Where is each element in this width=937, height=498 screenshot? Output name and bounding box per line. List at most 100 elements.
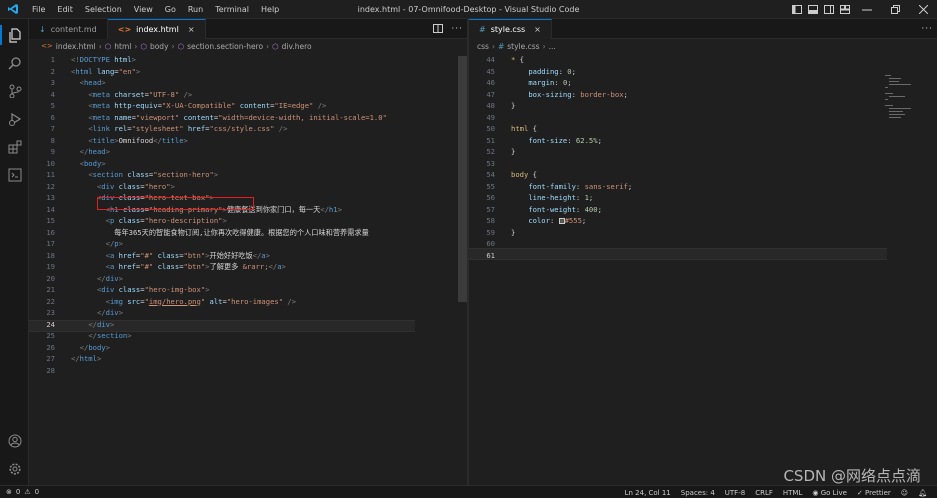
explorer-icon[interactable]	[0, 21, 29, 49]
indentation[interactable]: Spaces: 4	[681, 489, 715, 497]
code-text: body {	[511, 170, 537, 179]
code-line[interactable]: 4 <meta charset="UTF-8" />	[29, 89, 387, 101]
breadcrumb-item[interactable]: index.html	[56, 42, 96, 51]
code-line[interactable]: 9 </head>	[29, 146, 387, 158]
code-line[interactable]: 55 font-family: sans-serif;	[469, 181, 632, 193]
code-line[interactable]: 20 </div>	[29, 273, 387, 285]
code-line[interactable]: 48}	[469, 100, 632, 112]
toggle-primary-sidebar-icon[interactable]	[789, 0, 805, 19]
code-line[interactable]: 17 </p>	[29, 238, 387, 250]
manage-gear-icon[interactable]	[0, 455, 29, 483]
code-line[interactable]: 8 <title>Omnifood</title>	[29, 135, 387, 147]
html-code-area[interactable]: 1 <!DOCTYPE html> 2 <html lang="en"> 3 <head…	[29, 54, 387, 376]
code-line[interactable]: 24 </div>	[29, 319, 387, 331]
extensions-icon[interactable]	[0, 133, 29, 161]
feedback-icon[interactable]: ☺	[901, 489, 908, 497]
html-editor-tabs: ↓ content.md <> index.html × ···	[29, 19, 467, 39]
code-line[interactable]: 58 color: #555;	[469, 215, 632, 227]
encoding[interactable]: UTF-8	[725, 489, 745, 497]
problems-indicator[interactable]: ⊗ 0 ⚠ 0	[0, 488, 39, 496]
menu-terminal[interactable]: Terminal	[209, 0, 255, 19]
search-icon[interactable]	[0, 49, 29, 77]
code-line[interactable]: 18 <a href="#" class="btn">开始好好吃饭</a>	[29, 250, 387, 262]
code-line[interactable]: 44 * {	[469, 54, 632, 66]
more-actions-icon[interactable]: ···	[921, 24, 933, 34]
minimap[interactable]	[885, 75, 925, 121]
code-line[interactable]: 28	[29, 365, 387, 377]
customize-layout-icon[interactable]	[837, 0, 853, 19]
code-line[interactable]: 21 <div class="hero-img-box">	[29, 284, 387, 296]
code-line[interactable]: 5 <meta http-equiv="X-UA-Compatible" con…	[29, 100, 387, 112]
close-icon[interactable]: ×	[534, 25, 541, 34]
tab-index-html[interactable]: <> index.html ×	[107, 19, 206, 39]
code-line[interactable]: 7 <link rel="stylesheet" href="css/style…	[29, 123, 387, 135]
restore-button[interactable]	[881, 0, 909, 19]
code-line[interactable]: 25 </section>	[29, 330, 387, 342]
terminal-icon[interactable]	[0, 161, 29, 189]
code-line[interactable]: 51 font-size: 62.5%;	[469, 135, 632, 147]
breadcrumb-item[interactable]: css	[477, 42, 489, 51]
language-mode[interactable]: HTML	[783, 489, 802, 497]
toggle-panel-icon[interactable]	[805, 0, 821, 19]
code-line[interactable]: 45 padding: 0;	[469, 66, 632, 78]
breadcrumb-item[interactable]: body	[150, 42, 169, 51]
code-line[interactable]: 54 body {	[469, 169, 632, 181]
cursor-position[interactable]: Ln 24, Col 11	[625, 489, 671, 497]
go-live-button[interactable]: ◉ Go Live	[812, 489, 847, 497]
minimize-button[interactable]	[853, 0, 881, 19]
accounts-icon[interactable]	[0, 427, 29, 455]
code-line[interactable]: 6 <meta name="viewport" content="width=d…	[29, 112, 387, 124]
source-control-icon[interactable]	[0, 77, 29, 105]
menu-edit[interactable]: Edit	[51, 0, 79, 19]
code-line[interactable]: 59}	[469, 227, 632, 239]
toggle-secondary-sidebar-icon[interactable]	[821, 0, 837, 19]
notifications-bell-icon[interactable]: 🔔︎	[918, 489, 927, 497]
menu-file[interactable]: File	[26, 0, 51, 19]
breadcrumb-item[interactable]: ...	[549, 42, 556, 51]
code-line[interactable]: 57 font-weight: 400;	[469, 204, 632, 216]
css-code-area[interactable]: 44 * {45 padding: 0; 46 margin: 0; 47 box-s…	[469, 54, 632, 261]
code-line[interactable]: 19 <a href="#" class="btn">了解更多 &rarr;</…	[29, 261, 387, 273]
split-editor-icon[interactable]	[433, 23, 444, 35]
code-line[interactable]: 52}	[469, 146, 632, 158]
code-line[interactable]: 49	[469, 112, 632, 124]
code-line[interactable]: 53	[469, 158, 632, 170]
menu-run[interactable]: Run	[182, 0, 209, 19]
code-line[interactable]: 60	[469, 238, 632, 250]
menu-help[interactable]: Help	[255, 0, 285, 19]
code-line[interactable]: 27 </html>	[29, 353, 387, 365]
tab-style-css[interactable]: # style.css ×	[469, 19, 552, 39]
code-line[interactable]: 10 <body>	[29, 158, 387, 170]
code-line[interactable]: 61	[469, 250, 632, 262]
code-line[interactable]: 22 <img src="img/hero.png" alt="hero-ima…	[29, 296, 387, 308]
code-line[interactable]: 15 <p class="hero-description">	[29, 215, 387, 227]
run-debug-icon[interactable]	[0, 105, 29, 133]
menu-selection[interactable]: Selection	[79, 0, 128, 19]
code-line[interactable]: 23 </div>	[29, 307, 387, 319]
code-line[interactable]: 11 <section class="section-hero">	[29, 169, 387, 181]
line-number: 18	[46, 250, 55, 260]
code-line[interactable]: 56 line-height: 1;	[469, 192, 632, 204]
code-line[interactable]: 2 <html lang="en">	[29, 66, 387, 78]
tab-content-md[interactable]: ↓ content.md	[29, 19, 108, 39]
code-line[interactable]: 26 </body>	[29, 342, 387, 354]
code-line[interactable]: 50 html {	[469, 123, 632, 135]
editor-scrollbar[interactable]	[458, 56, 467, 302]
menu-go[interactable]: Go	[159, 0, 182, 19]
code-line[interactable]: 47 box-sizing: border-box;	[469, 89, 632, 101]
menu-view[interactable]: View	[128, 0, 159, 19]
breadcrumb-item[interactable]: html	[114, 42, 131, 51]
line-ending[interactable]: CRLF	[755, 489, 773, 497]
code-line[interactable]: 3 <head>	[29, 77, 387, 89]
prettier-button[interactable]: ✓ Prettier	[857, 489, 891, 497]
code-line[interactable]: 12 <div class="hero">	[29, 181, 387, 193]
code-line[interactable]: 1 <!DOCTYPE html>	[29, 54, 387, 66]
close-window-button[interactable]	[909, 0, 937, 19]
more-actions-icon[interactable]: ···	[451, 24, 463, 34]
breadcrumb-item[interactable]: style.css	[507, 42, 539, 51]
breadcrumb-item[interactable]: section.section-hero	[187, 42, 263, 51]
breadcrumb-item[interactable]: div.hero	[282, 42, 312, 51]
code-line[interactable]: 46 margin: 0;	[469, 77, 632, 89]
code-line[interactable]: 16 每年365天的智能食物订阅,让你再次吃得健康。根据您的个人口味和营养需求量	[29, 227, 387, 239]
close-icon[interactable]: ×	[188, 25, 195, 34]
